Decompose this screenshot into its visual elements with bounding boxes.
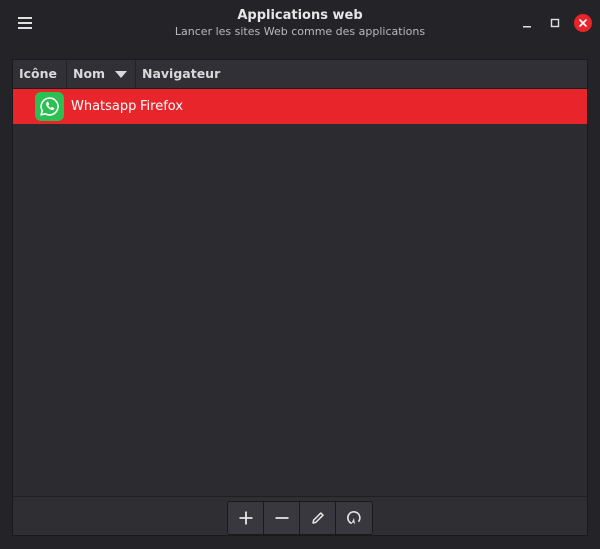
column-header: Icône Nom Navigateur xyxy=(13,60,587,89)
maximize-button[interactable] xyxy=(544,12,566,34)
bottom-toolbar xyxy=(13,496,587,535)
column-browser[interactable]: Navigateur xyxy=(136,60,587,88)
title-area: Applications web Lancer les sites Web co… xyxy=(100,8,500,39)
window-title: Applications web xyxy=(237,8,363,23)
close-circle xyxy=(574,14,592,32)
hamburger-menu-icon xyxy=(18,17,32,29)
close-icon xyxy=(579,19,587,27)
minimize-icon xyxy=(523,26,531,28)
plus-icon xyxy=(239,511,252,525)
minus-icon xyxy=(275,517,288,519)
whatsapp-glyph xyxy=(40,97,59,116)
web-apps-window: Applications web Lancer les sites Web co… xyxy=(0,0,600,549)
minimize-button[interactable] xyxy=(516,12,538,34)
header-bar: Applications web Lancer les sites Web co… xyxy=(0,0,600,47)
launch-button[interactable] xyxy=(336,502,372,534)
run-icon xyxy=(347,511,361,525)
edit-button[interactable] xyxy=(300,502,336,534)
menu-button[interactable] xyxy=(11,10,39,36)
window-subtitle: Lancer les sites Web comme des applicati… xyxy=(174,25,426,38)
toolbar-button-group xyxy=(227,501,373,535)
cell-browser: Firefox xyxy=(140,99,184,114)
column-icon[interactable]: Icône xyxy=(13,60,67,88)
remove-button[interactable] xyxy=(264,502,300,534)
maximize-icon xyxy=(550,18,560,28)
table-row[interactable]: Whatsapp Firefox xyxy=(13,89,587,124)
web-apps-list: Icône Nom Navigateur Whatsapp Firefox xyxy=(12,59,588,536)
cell-name: Whatsapp xyxy=(71,99,137,114)
add-button[interactable] xyxy=(228,502,264,534)
whatsapp-icon xyxy=(35,92,64,121)
sort-descending-icon xyxy=(115,71,127,78)
close-button[interactable] xyxy=(572,12,594,34)
column-name-label: Nom xyxy=(73,66,106,81)
column-name[interactable]: Nom xyxy=(67,60,136,88)
pencil-icon xyxy=(311,512,324,524)
